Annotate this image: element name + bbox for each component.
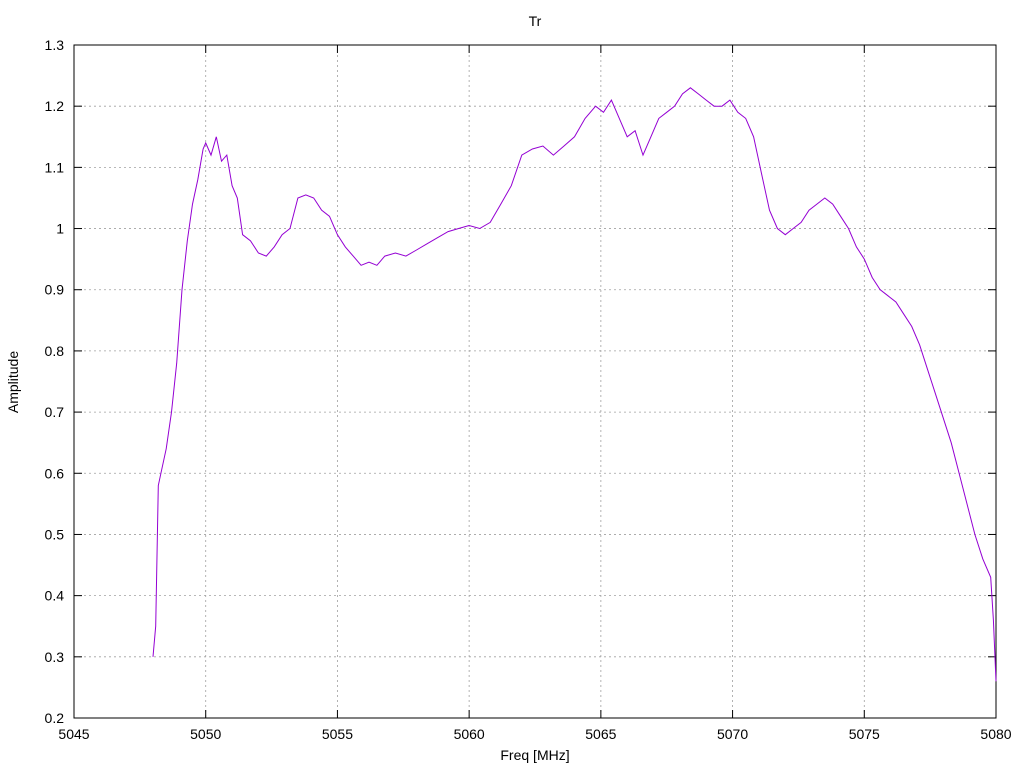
plot-frame bbox=[73, 44, 997, 719]
line-chart: Tr 5045 5050 5055 5060 5065 5070 5075 5080 0.20… bbox=[5, 13, 1012, 763]
x-tick-label: 5060 bbox=[454, 726, 485, 742]
x-axis-label: Freq [MHz] bbox=[500, 747, 569, 763]
y-tick-label: 0.2 bbox=[45, 710, 65, 726]
x-tick-label: 5045 bbox=[58, 726, 89, 742]
y-axis-label: Amplitude bbox=[5, 351, 21, 413]
y-tick-label: 0.6 bbox=[45, 465, 65, 481]
x-tick-labels: 5045 5050 5055 5060 5065 5070 5075 5080 bbox=[58, 726, 1011, 742]
x-tick-label: 5080 bbox=[980, 726, 1011, 742]
chart-title: Tr bbox=[529, 13, 542, 29]
y-tick-label: 0.3 bbox=[45, 649, 65, 665]
y-tick-label: 1.1 bbox=[45, 159, 65, 175]
y-tick-label: 0.8 bbox=[45, 343, 65, 359]
x-tick-label: 5050 bbox=[190, 726, 221, 742]
y-tick-label: 1.3 bbox=[45, 37, 65, 53]
axis-ticks bbox=[73, 44, 997, 719]
grid-lines bbox=[74, 45, 996, 718]
x-tick-label: 5055 bbox=[322, 726, 353, 742]
y-tick-label: 0.5 bbox=[45, 526, 65, 542]
y-tick-label: 0.4 bbox=[45, 588, 65, 604]
y-tick-label: 1.2 bbox=[45, 98, 65, 114]
y-tick-labels: 0.2 0.3 0.4 0.5 0.6 0.7 0.8 0.9 1 1.1 1.2 1.3 bbox=[45, 37, 65, 726]
y-tick-label: 1 bbox=[56, 221, 64, 237]
x-tick-label: 5070 bbox=[717, 726, 748, 742]
y-tick-label: 0.9 bbox=[45, 282, 65, 298]
y-tick-label: 0.7 bbox=[45, 404, 65, 420]
series-line-tr bbox=[152, 87, 997, 682]
x-tick-label: 5065 bbox=[585, 726, 616, 742]
x-tick-label: 5075 bbox=[849, 726, 880, 742]
